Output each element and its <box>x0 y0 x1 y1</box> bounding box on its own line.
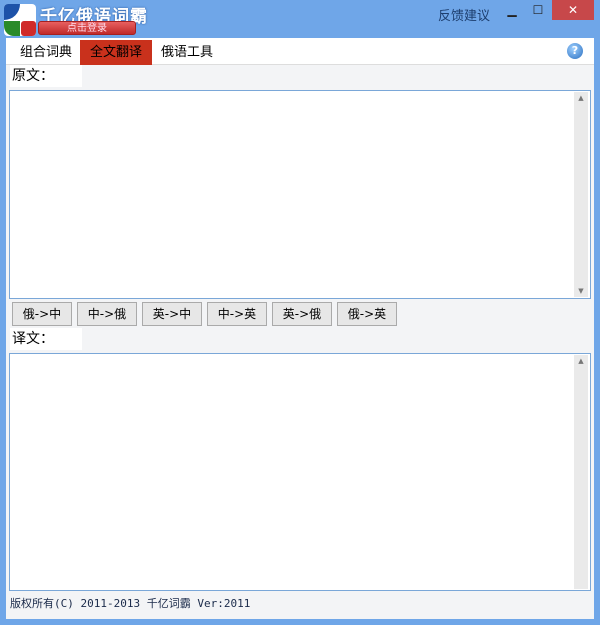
maximize-button[interactable]: ☐ <box>524 0 552 20</box>
help-icon[interactable]: ? <box>567 43 583 59</box>
target-label: 译文： <box>10 328 82 350</box>
source-label: 原文： <box>10 65 82 87</box>
scroll-up-icon[interactable]: ▲ <box>574 92 588 104</box>
app-logo <box>4 4 36 36</box>
status-bar-copyright: 版权所有(C) 2011-2013 千亿词霸 Ver:2011 <box>10 597 251 610</box>
source-scrollbar[interactable]: ▲ ▼ <box>574 92 588 297</box>
close-button[interactable]: ✕ <box>552 0 594 20</box>
tab-full-translation[interactable]: 全文翻译 <box>80 40 153 65</box>
ru-to-zh-button[interactable]: 俄->中 <box>12 302 72 326</box>
source-textarea-box: ▲ ▼ <box>9 90 591 299</box>
tab-bar: 组合词典 全文翻译 俄语工具 ? <box>6 38 594 65</box>
minimize-button[interactable]: ▁ <box>498 0 526 20</box>
tab-combined-dictionary[interactable]: 组合词典 <box>10 40 82 65</box>
target-scrollbar[interactable]: ▲ <box>574 355 588 589</box>
login-button[interactable]: 点击登录 <box>38 21 136 35</box>
scroll-up-icon[interactable]: ▲ <box>574 355 588 367</box>
en-to-ru-button[interactable]: 英->俄 <box>272 302 332 326</box>
source-textarea[interactable] <box>10 91 570 298</box>
ru-to-en-button[interactable]: 俄->英 <box>337 302 397 326</box>
zh-to-ru-button[interactable]: 中->俄 <box>77 302 137 326</box>
target-textarea-box: ▲ <box>9 353 591 591</box>
client-area: 组合词典 全文翻译 俄语工具 ? 原文： ▲ ▼ 俄->中 中->俄 英->中 中… <box>6 38 594 619</box>
tab-russian-tools[interactable]: 俄语工具 <box>151 40 223 65</box>
en-to-zh-button[interactable]: 英->中 <box>142 302 202 326</box>
target-textarea[interactable] <box>10 354 570 590</box>
feedback-link[interactable]: 反馈建议 <box>438 5 490 24</box>
scroll-down-icon[interactable]: ▼ <box>574 285 588 297</box>
zh-to-en-button[interactable]: 中->英 <box>207 302 267 326</box>
